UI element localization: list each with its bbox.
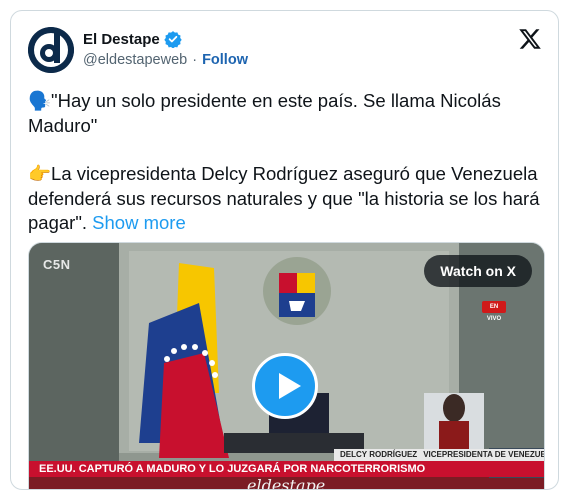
tweet-text: 🗣️"Hay un solo presidente en este país. … <box>28 89 544 235</box>
author-name[interactable]: El Destape <box>83 31 160 48</box>
caption-name-strip: DELCY RODRÍGUEZ VICEPRESIDENTA DE VENEZU… <box>334 449 545 461</box>
show-more-link[interactable]: Show more <box>92 212 186 233</box>
tweet-paragraph-2: 👉La vicepresidenta Delcy Rodríguez asegu… <box>28 162 544 235</box>
watermark: eldestape <box>247 476 326 490</box>
play-icon[interactable] <box>252 353 318 419</box>
author-avatar[interactable] <box>28 27 74 73</box>
channel-logo: C5N <box>43 257 71 272</box>
verified-badge-icon <box>164 31 182 48</box>
watch-on-x-button[interactable]: Watch on X <box>424 255 532 287</box>
caption-name: DELCY RODRÍGUEZ <box>340 450 418 459</box>
tweet-embed-card: El Destape @eldestapeweb · Follow 🗣️"Hay… <box>10 10 559 490</box>
news-headline-bar: EE.UU. CAPTURÓ A MADURO Y LO JUZGARÁ POR… <box>29 461 544 477</box>
speaking-head-icon: 🗣️ <box>28 91 52 112</box>
pointing-hand-icon: 👉 <box>28 164 52 185</box>
caption-role: VICEPRESIDENTA DE VENEZUELA <box>423 450 545 459</box>
author-handle-row: @eldestapeweb · Follow <box>83 52 248 68</box>
follow-button[interactable]: Follow <box>202 52 248 68</box>
author-handle[interactable]: @eldestapeweb <box>83 52 187 68</box>
author-name-row: El Destape <box>83 30 182 48</box>
tweet-paragraph-1: 🗣️"Hay un solo presidente en este país. … <box>28 89 544 138</box>
tweet-quote: "Hay un solo presidente en este país. Se… <box>28 90 501 136</box>
x-logo-icon[interactable] <box>518 27 542 51</box>
separator-dot: · <box>192 52 198 68</box>
video-player[interactable]: C5N Watch on X EN VIVO DELCY RODRÍGUEZ V… <box>28 242 545 490</box>
live-badge: EN VIVO <box>482 301 506 322</box>
